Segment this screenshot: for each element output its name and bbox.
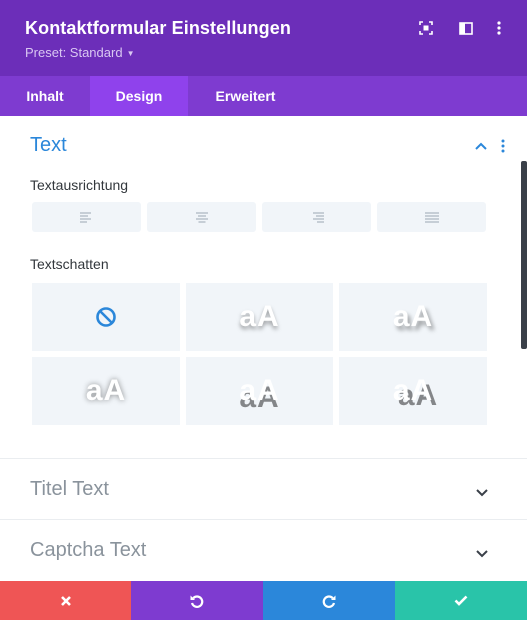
expand-icon[interactable] xyxy=(418,19,434,37)
shadow-preview-text: aA xyxy=(85,374,127,407)
save-button[interactable] xyxy=(395,581,527,620)
text-shadow-label: Textschatten xyxy=(30,256,109,272)
chevron-down-icon[interactable] xyxy=(475,485,489,497)
undo-icon xyxy=(190,594,204,608)
tab-design[interactable]: Design xyxy=(90,76,188,116)
modal-title: Kontaktformular Einstellungen xyxy=(25,18,291,38)
section-divider xyxy=(0,458,527,459)
settings-content: Text Textausrichtung Textschatten aA aA … xyxy=(0,116,527,581)
shadow-preview-text: aA xyxy=(239,374,280,407)
shadow-bottom-option[interactable]: aA xyxy=(186,283,333,351)
shadow-glow-option[interactable]: aA xyxy=(32,357,180,425)
undo-button[interactable] xyxy=(131,581,263,620)
align-left-button[interactable] xyxy=(32,202,141,232)
chevron-down-icon[interactable] xyxy=(475,546,489,558)
preset-selector[interactable]: Preset: Standard ▼ xyxy=(25,45,134,60)
align-center-icon xyxy=(195,212,208,222)
sidebar-toggle-icon[interactable] xyxy=(458,19,474,37)
no-shadow-icon xyxy=(96,307,116,327)
section-divider xyxy=(0,519,527,520)
caret-down-icon: ▼ xyxy=(126,48,135,58)
section-title-captcha-text[interactable]: Captcha Text xyxy=(30,539,146,562)
shadow-preview-text: aA xyxy=(392,374,434,407)
align-right-icon xyxy=(312,212,324,222)
section-title-text[interactable]: Text xyxy=(30,134,67,157)
modal-header: Kontaktformular Einstellungen Preset: St… xyxy=(0,0,527,76)
align-justify-button[interactable] xyxy=(377,202,486,232)
tab-erweitert[interactable]: Erweitert xyxy=(188,76,303,116)
text-alignment-options xyxy=(32,202,486,232)
redo-icon xyxy=(322,594,336,608)
shadow-preview-text: aA xyxy=(239,300,280,333)
align-right-button[interactable] xyxy=(262,202,371,232)
tab-bar: Inhalt Design Erweitert xyxy=(0,76,527,116)
shadow-hard-bottom-option[interactable]: aA xyxy=(186,357,333,425)
scrollbar[interactable] xyxy=(521,161,527,349)
align-left-icon xyxy=(79,212,91,222)
more-options-icon[interactable] xyxy=(491,19,507,37)
shadow-preview-text: aA xyxy=(392,300,434,333)
section-title-titel-text[interactable]: Titel Text xyxy=(30,478,109,501)
shadow-hard-bottom-right-option[interactable]: aA xyxy=(339,357,487,425)
shadow-bottom-right-option[interactable]: aA xyxy=(339,283,487,351)
preset-label: Preset: Standard xyxy=(25,45,123,60)
action-bar xyxy=(0,581,527,620)
text-alignment-label: Textausrichtung xyxy=(30,177,129,193)
shadow-none-option[interactable] xyxy=(32,283,180,351)
chevron-up-icon[interactable] xyxy=(474,139,488,151)
tab-inhalt[interactable]: Inhalt xyxy=(0,76,90,116)
align-justify-icon xyxy=(424,212,439,222)
align-center-button[interactable] xyxy=(147,202,256,232)
close-icon xyxy=(60,595,71,606)
cancel-button[interactable] xyxy=(0,581,131,620)
section-options-icon[interactable] xyxy=(500,139,508,153)
text-shadow-options: aA aA aA aA aA xyxy=(32,283,487,425)
redo-button[interactable] xyxy=(263,581,395,620)
check-icon xyxy=(454,595,468,606)
